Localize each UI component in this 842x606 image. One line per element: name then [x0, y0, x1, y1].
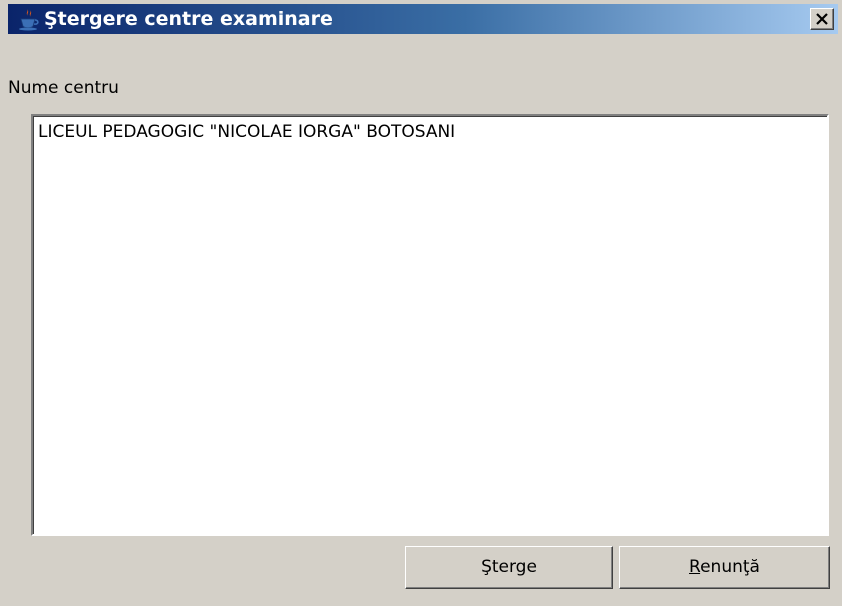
- delete-button-label: Şterge: [481, 557, 537, 577]
- cancel-button-mnemonic: R: [689, 557, 701, 577]
- cancel-button[interactable]: Renunţă: [619, 546, 830, 589]
- java-cup-icon: [16, 7, 40, 31]
- dialog-window: Ştergere centre examinare Nume centru LI…: [0, 0, 842, 606]
- close-button[interactable]: [810, 8, 834, 30]
- cancel-button-label: enunţă: [700, 557, 760, 577]
- center-name-textarea[interactable]: LICEUL PEDAGOGIC "NICOLAE IORGA" BOTOSAN…: [31, 114, 829, 536]
- title-bar[interactable]: Ştergere centre examinare: [8, 4, 838, 34]
- delete-button[interactable]: Şterge: [405, 546, 613, 589]
- field-label-nume-centru: Nume centru: [8, 78, 119, 98]
- window-title: Ştergere centre examinare: [44, 8, 333, 30]
- close-icon: [816, 13, 828, 25]
